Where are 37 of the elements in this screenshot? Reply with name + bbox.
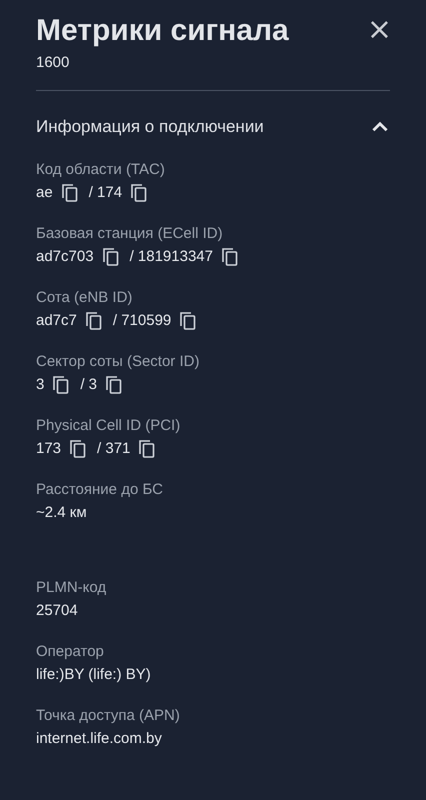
section-title: Информация о подключении: [36, 116, 264, 138]
field-value: / 3: [80, 375, 98, 395]
field-value: life:)BY (life:) BY): [36, 665, 151, 685]
field-value: 173: [36, 439, 62, 459]
copy-icon[interactable]: [60, 183, 79, 203]
field-value: ad7c703: [36, 247, 94, 267]
copy-icon[interactable]: [179, 311, 198, 331]
field-label: Physical Cell ID (PCI): [36, 416, 182, 436]
copy-icon[interactable]: [138, 439, 156, 459]
copy-icon[interactable]: [105, 375, 124, 395]
copy-icon[interactable]: [84, 311, 103, 331]
field-value: / 181913347: [130, 247, 213, 267]
field-value: ae: [36, 183, 53, 203]
field-label: Базовая станция (ECell ID): [36, 224, 224, 244]
field-label: PLMN-код: [36, 578, 108, 598]
field-label: Точка доступа (APN): [36, 706, 181, 726]
field-value: / 174: [88, 183, 122, 203]
field-value: ~2.4 км: [36, 503, 87, 523]
field-value: 3: [36, 375, 44, 395]
field-value: 25704: [36, 601, 78, 621]
field-value: / 371: [97, 439, 130, 459]
copy-icon[interactable]: [69, 439, 88, 459]
field-label: Сектор соты (Sector ID): [36, 352, 200, 372]
close-button[interactable]: ×: [366, 15, 392, 45]
field-label: Расстояние до БС: [36, 480, 164, 500]
copy-icon[interactable]: [220, 247, 239, 267]
sheet-subtitle: 1600: [36, 53, 70, 73]
sheet-title: Метрики сигнала: [36, 13, 289, 49]
copy-icon[interactable]: [130, 183, 148, 203]
field-label: Сота (eNB ID): [36, 288, 134, 308]
field-label: Код области (TAC): [36, 160, 166, 180]
field-value: ad7c7: [36, 311, 77, 331]
field-value: internet.life.com.by: [36, 729, 162, 749]
field-value: / 710599: [112, 311, 172, 331]
field-label: Оператор: [36, 642, 105, 662]
copy-icon[interactable]: [102, 247, 120, 267]
copy-icon[interactable]: [52, 375, 70, 395]
